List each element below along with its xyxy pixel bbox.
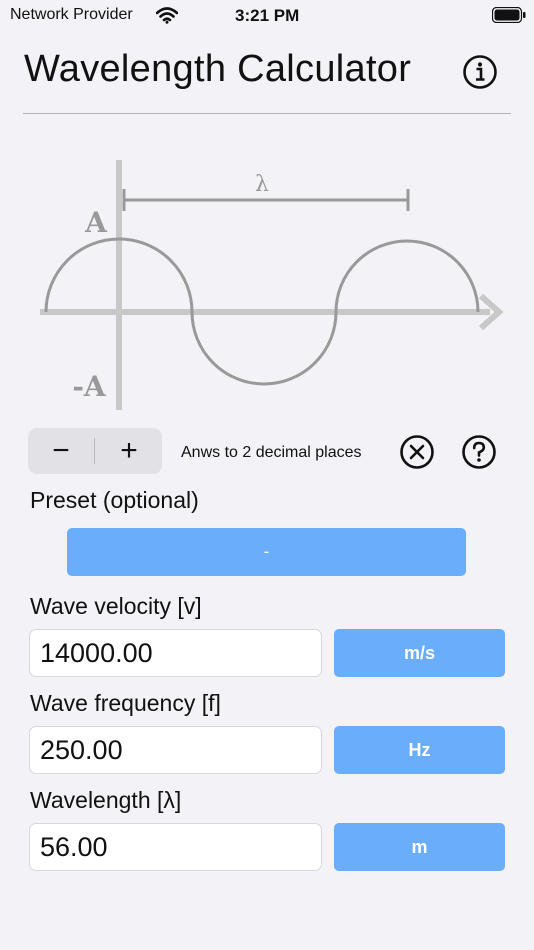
- clear-icon[interactable]: [399, 434, 435, 470]
- carrier-name: Network Provider: [10, 6, 133, 23]
- increment-button[interactable]: +: [96, 428, 162, 474]
- velocity-input[interactable]: 14000.00: [29, 629, 322, 677]
- wavelength-label: Wavelength [λ]: [30, 787, 182, 813]
- preset-label: Preset (optional): [30, 487, 199, 513]
- header-divider: [23, 113, 511, 114]
- decimal-places-label: Anws to 2 decimal places: [181, 444, 362, 461]
- frequency-label: Wave frequency [f]: [30, 690, 221, 716]
- battery-icon: [492, 7, 526, 23]
- help-icon[interactable]: [461, 434, 497, 470]
- frequency-unit-button[interactable]: Hz: [334, 726, 505, 774]
- velocity-unit-button[interactable]: m/s: [334, 629, 505, 677]
- velocity-label: Wave velocity [v]: [30, 593, 202, 619]
- lambda-label: λ: [255, 172, 269, 197]
- preset-selector-button[interactable]: -: [67, 528, 466, 576]
- status-time: 3:21 PM: [235, 6, 300, 25]
- neg-amplitude-label: -A: [72, 370, 107, 403]
- decimal-stepper: − +: [28, 428, 162, 474]
- info-icon[interactable]: [462, 54, 498, 90]
- amplitude-label: A: [84, 206, 108, 239]
- wifi-icon: [156, 7, 178, 24]
- page-title: Wavelength Calculator: [24, 48, 412, 90]
- wavelength-unit-button[interactable]: m: [334, 823, 505, 871]
- wave-diagram: λ A -A: [40, 160, 504, 410]
- decrement-button[interactable]: −: [28, 428, 94, 474]
- stepper-separator: [94, 438, 95, 464]
- status-bar: Network Provider 3:21 PM: [0, 0, 534, 30]
- frequency-input[interactable]: 250.00: [29, 726, 322, 774]
- wavelength-input[interactable]: 56.00: [29, 823, 322, 871]
